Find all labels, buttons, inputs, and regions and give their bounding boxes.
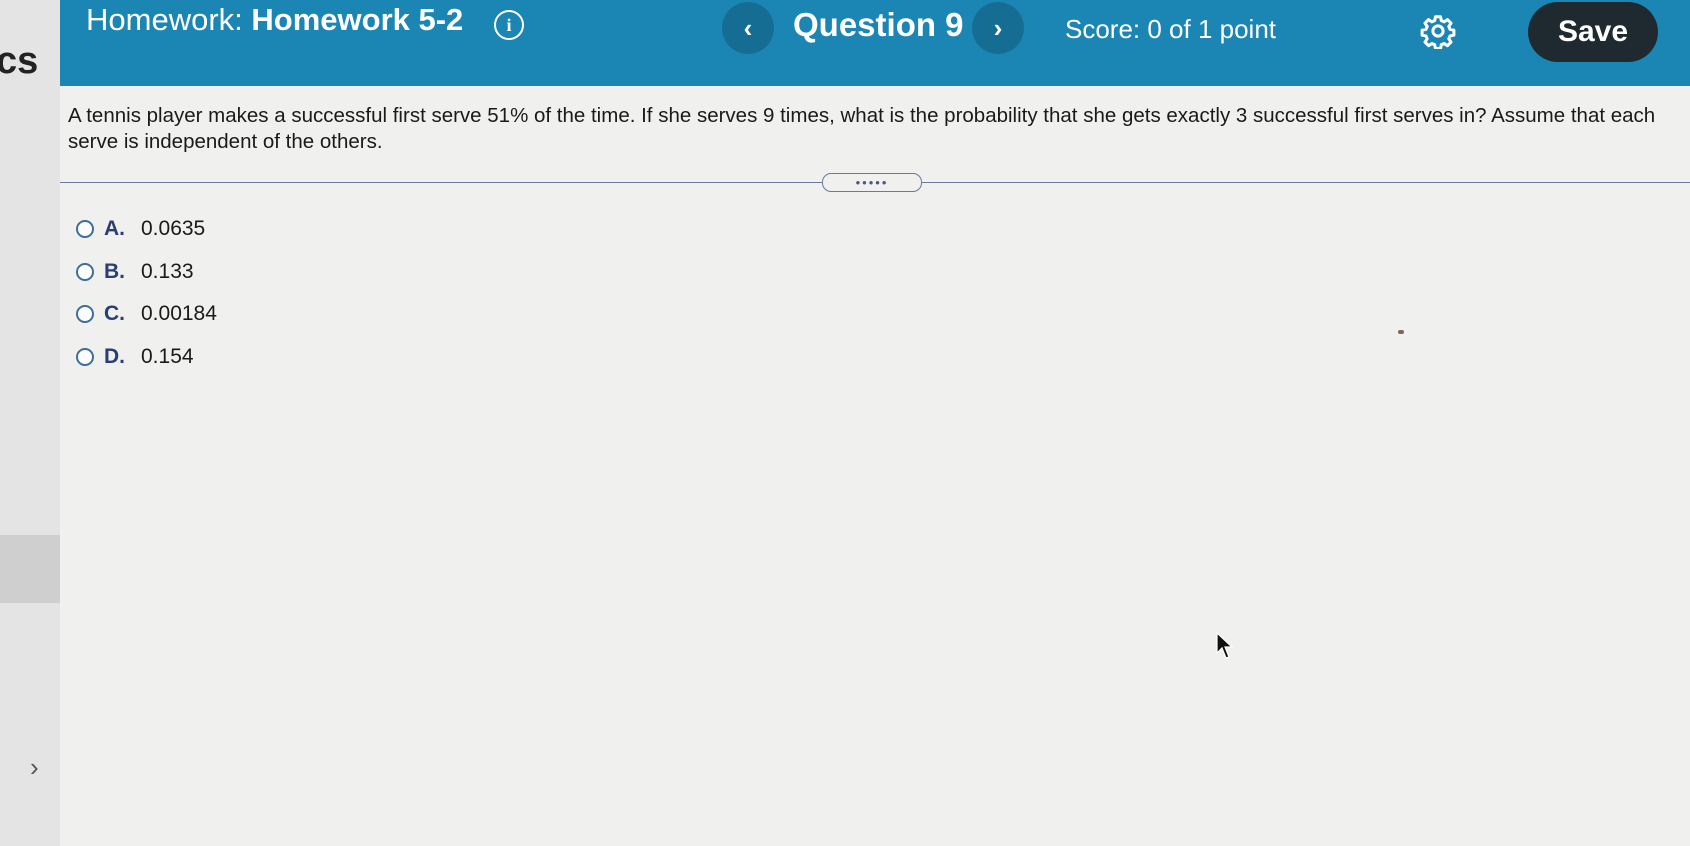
- save-button[interactable]: Save: [1528, 2, 1658, 62]
- radio-button[interactable]: [76, 347, 94, 366]
- score-text: Score: 0 of 1 point: [1065, 14, 1277, 44]
- answer-value: 0.154: [141, 344, 194, 368]
- sidebar-selected-block[interactable]: [0, 535, 60, 603]
- gear-icon[interactable]: [1420, 13, 1456, 49]
- radio-button[interactable]: [76, 262, 94, 281]
- radio-button[interactable]: [76, 220, 94, 239]
- chevron-right-icon[interactable]: ›: [30, 752, 39, 783]
- divider-drag-handle[interactable]: •••••: [822, 173, 922, 192]
- answer-value: 0.133: [141, 259, 194, 283]
- question-label: Question 9: [793, 6, 964, 43]
- homework-title: Homework: Homework 5-2: [86, 2, 463, 38]
- answer-choices: A. 0.0635 B. 0.133 C. 0.00184 D. 0.154: [76, 208, 217, 378]
- answer-option-b[interactable]: B. 0.133: [76, 251, 217, 294]
- answer-option-c[interactable]: C. 0.00184: [76, 293, 217, 336]
- sidebar-brand-text: cs: [0, 40, 39, 82]
- answer-letter: A.: [104, 217, 125, 241]
- screen-speck: [1398, 330, 1404, 334]
- answer-letter: B.: [104, 259, 125, 283]
- homework-header: Homework: Homework 5-2 i ‹ Question 9 › …: [60, 0, 1690, 86]
- chevron-right-icon: ›: [993, 12, 1003, 43]
- next-question-button[interactable]: ›: [972, 2, 1024, 54]
- info-icon[interactable]: i: [494, 10, 524, 40]
- answer-value: 0.0635: [141, 217, 206, 241]
- answer-option-a[interactable]: A. 0.0635: [76, 208, 217, 251]
- chevron-left-icon: ‹: [743, 12, 753, 43]
- homework-title-prefix: Homework:: [86, 2, 243, 37]
- answer-letter: C.: [104, 302, 125, 326]
- answer-option-d[interactable]: D. 0.154: [76, 336, 217, 379]
- previous-question-button[interactable]: ‹: [722, 2, 774, 54]
- main-panel: Homework: Homework 5-2 i ‹ Question 9 › …: [60, 0, 1690, 846]
- answer-value: 0.00184: [141, 302, 217, 326]
- left-sidebar: cs ›: [0, 0, 61, 846]
- homework-title-name: Homework 5-2: [251, 2, 464, 37]
- radio-button[interactable]: [76, 305, 94, 324]
- question-text: A tennis player makes a successful first…: [68, 104, 1656, 153]
- answer-letter: D.: [104, 344, 125, 368]
- mouse-cursor-icon: [1216, 632, 1234, 659]
